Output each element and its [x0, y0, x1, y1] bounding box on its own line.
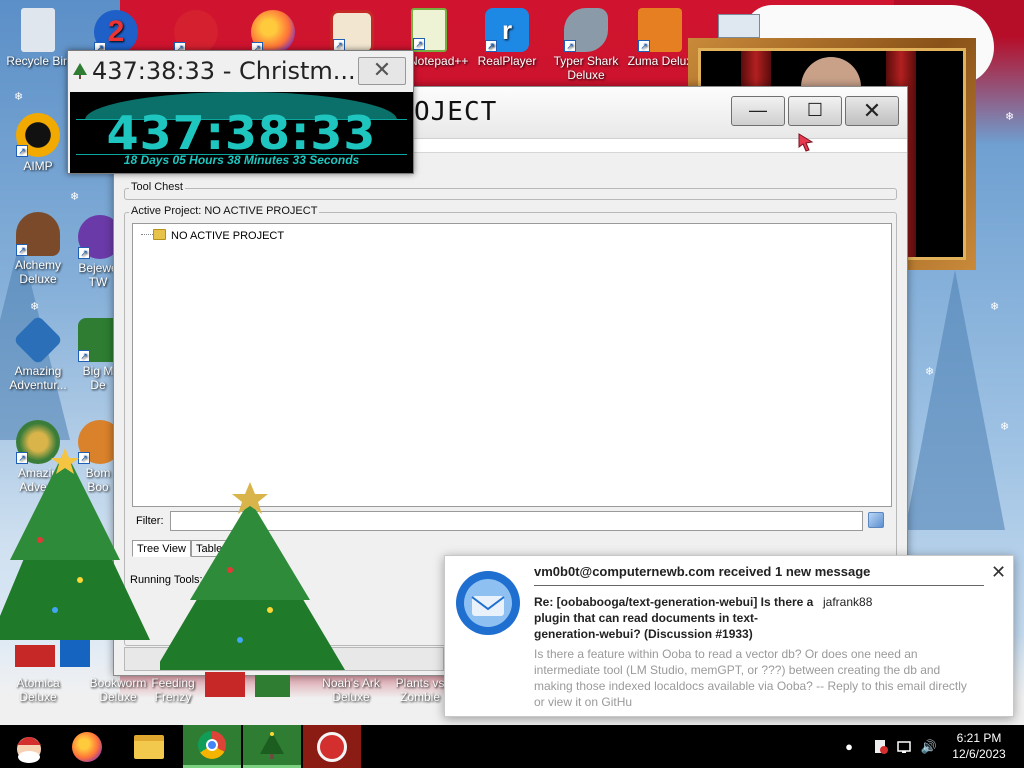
folder-icon	[134, 734, 164, 759]
snowflake-icon: ❄	[70, 191, 80, 203]
recycle-bin-icon	[21, 8, 55, 52]
number-two-icon: 2 ↗	[94, 10, 138, 54]
taskbar-firefox[interactable]	[58, 725, 116, 768]
tree-connector	[141, 234, 153, 235]
network-icon[interactable]	[896, 725, 914, 768]
christmas-tree-decoration	[0, 448, 150, 667]
taskbar-clock[interactable]: 6:21 PM 12/6/2023	[944, 730, 1014, 762]
bejeweled-icon: ↗	[78, 215, 118, 259]
maximize-button[interactable]: ☐	[788, 96, 842, 126]
desktop-icon-alchemy-deluxe[interactable]: ↗ Alchemy Deluxe	[0, 212, 76, 286]
taskbar-chrome[interactable]	[183, 725, 241, 768]
chrome-icon	[198, 731, 226, 759]
firefox-icon: ↗	[251, 10, 295, 54]
red-app-icon	[317, 731, 347, 762]
desktop-icon-aimp[interactable]: ↗ AIMP	[0, 113, 76, 173]
countdown-time: 437:38:33	[106, 106, 377, 160]
notification-body: Is there a feature within Ooba to read a…	[534, 647, 967, 709]
countdown-detail: 18 Days 05 Hours 38 Minutes 33 Seconds	[123, 153, 360, 167]
notepad-plus-plus-icon: ↗	[411, 8, 447, 52]
taskbar: ● 🔊 6:21 PM 12/6/2023	[0, 725, 1024, 768]
taskbar-xmas-countdown[interactable]	[243, 725, 301, 768]
christmas-countdown-window: 437:38:33 - Christm... ✕ 437:38:33 18 Da…	[67, 50, 414, 174]
zuma-icon: ↗	[638, 8, 682, 52]
notification-divider	[534, 585, 984, 586]
typer-shark-icon: ↗	[564, 8, 608, 52]
volume-icon[interactable]: 🔊	[920, 725, 938, 768]
snowflake-icon: ❄	[30, 301, 40, 313]
christmas-tree-decoration	[160, 482, 345, 697]
desktop-icon-zuma[interactable]: ↗ Zuma Delux	[622, 8, 698, 68]
tree-node-root[interactable]: NO ACTIVE PROJECT	[153, 229, 284, 242]
snowflake-icon: ❄	[925, 366, 935, 378]
small-window-thumbnail-icon	[718, 14, 760, 38]
realplayer-icon: r ↗	[485, 8, 529, 52]
snowflake-icon: ❄	[990, 301, 1000, 313]
desktop-icon-bejeweled[interactable]: ↗ Bejewe TW	[78, 215, 118, 289]
desktop-icon-big-money[interactable]: ↗ Big M De	[78, 318, 118, 392]
filter-apply-icon[interactable]	[868, 512, 884, 528]
snowflake-icon: ❄	[1000, 421, 1010, 433]
clock-time: 6:21 PM	[956, 731, 1002, 745]
minimize-button[interactable]: —	[731, 96, 785, 126]
taskbar-red-app[interactable]	[303, 725, 361, 768]
desktop-icon-typer-shark[interactable]: ↗ Typer Shark Deluxe	[548, 8, 624, 82]
countdown-close-button[interactable]: ✕	[358, 57, 406, 85]
active-project-label: Active Project: NO ACTIVE PROJECT	[129, 205, 320, 217]
thunderbird-icon	[456, 571, 520, 635]
email-notification[interactable]: vm0b0t@computernewb.com received 1 new m…	[444, 555, 1014, 717]
desktop-icon-amazing-adventures[interactable]: Amazing Adventur...	[0, 315, 76, 392]
snowflake-icon: ❄	[1005, 111, 1015, 123]
notification-header: vm0b0t@computernewb.com received 1 new m…	[534, 564, 871, 579]
desktop-icon-plants-vs-zombies[interactable]: Plants vs Zombie	[393, 676, 447, 704]
torii-gate-icon: ↗	[330, 10, 374, 54]
amazing-adventures-icon	[13, 315, 63, 365]
tray-dot-icon[interactable]: ●	[840, 725, 858, 768]
taskbar-santa-start[interactable]	[0, 725, 58, 768]
countdown-title[interactable]: 437:38:33 - Christm...	[92, 57, 356, 85]
taskbar-file-explorer[interactable]	[120, 725, 178, 768]
security-alert-icon[interactable]	[872, 725, 890, 768]
countdown-display: 437:38:33 18 Days 05 Hours 38 Minutes 33…	[70, 92, 413, 173]
notification-subject: Re: [oobabooga/text-generation-webui] Is…	[534, 595, 814, 641]
christmas-tree-icon	[260, 732, 284, 759]
notification-sender: jafrank88	[823, 595, 873, 609]
close-button[interactable]: ✕	[845, 96, 899, 126]
desktop-icon-recycle-bin[interactable]: Recycle Bin	[0, 8, 76, 68]
mouse-cursor-icon	[798, 133, 814, 152]
desktop-icon-bookworm[interactable]: Bookworm Deluxe	[80, 676, 156, 704]
aimp-icon: ↗	[16, 113, 60, 157]
desktop-icon-realplayer[interactable]: r ↗ RealPlayer	[469, 8, 545, 68]
big-money-icon: ↗	[78, 318, 118, 362]
clock-date: 12/6/2023	[952, 747, 1006, 761]
red-creature-icon: ↗	[174, 10, 218, 54]
notification-close-icon[interactable]: ✕	[991, 562, 1006, 583]
alchemy-icon: ↗	[16, 212, 60, 256]
santa-icon	[17, 736, 41, 763]
folder-icon	[153, 229, 166, 240]
snowflake-icon: ❄	[14, 91, 24, 103]
firefox-icon	[72, 731, 102, 762]
tool-chest-label: Tool Chest	[129, 181, 185, 193]
window-title: OJECT	[414, 97, 498, 127]
project-tree[interactable]: NO ACTIVE PROJECT	[132, 223, 892, 507]
christmas-tree-icon	[73, 63, 87, 79]
tool-chest-group: Tool Chest	[124, 181, 897, 200]
